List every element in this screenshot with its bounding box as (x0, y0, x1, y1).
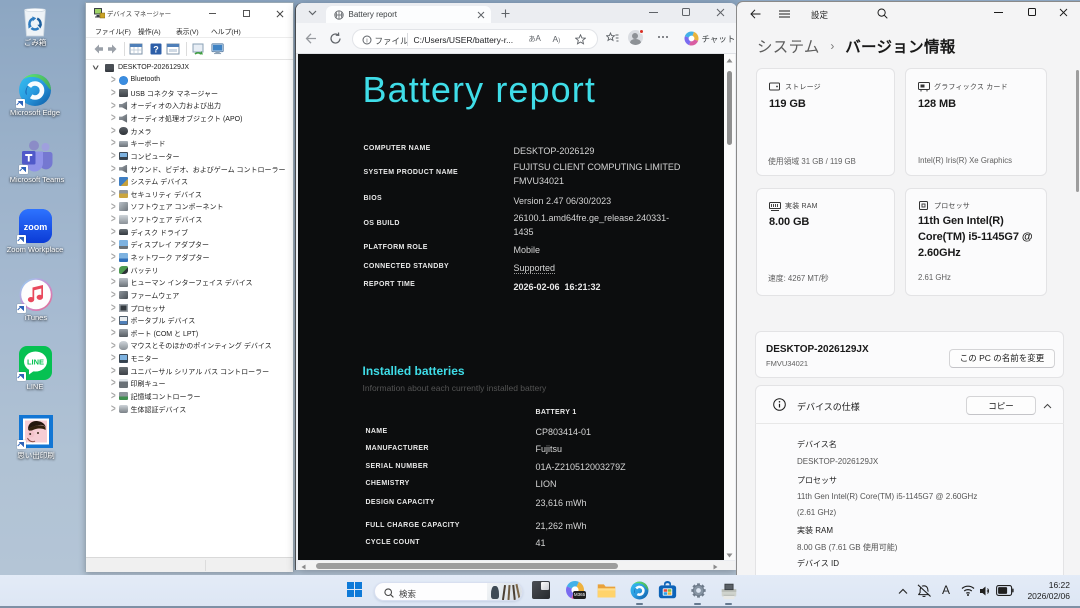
svg-text:?: ? (153, 45, 159, 55)
svg-text:zoom: zoom (24, 222, 48, 232)
svg-text:i: i (366, 37, 367, 44)
svg-text:LINE: LINE (27, 358, 44, 367)
